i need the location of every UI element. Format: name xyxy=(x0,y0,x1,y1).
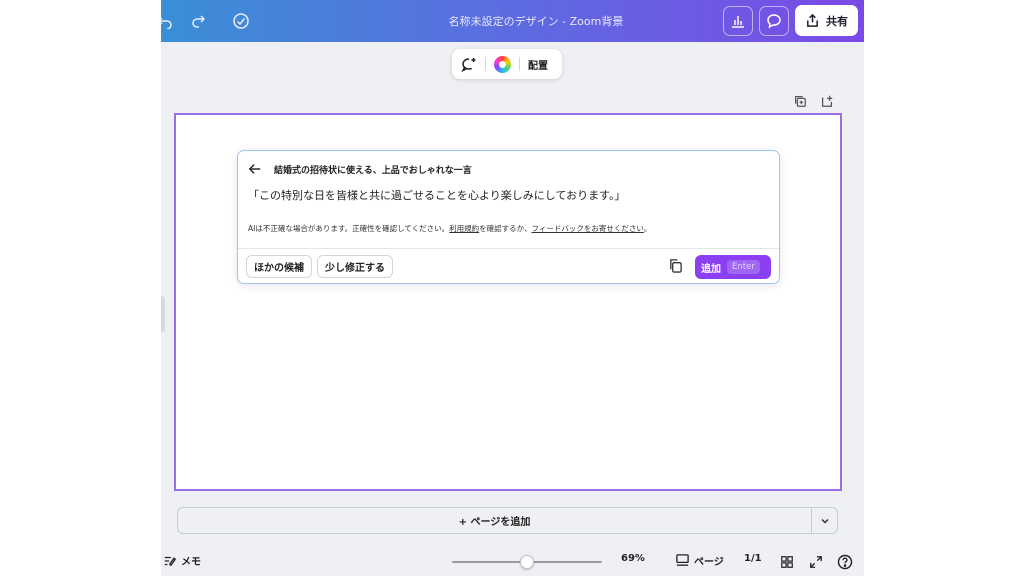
app-window: 名称未設定のデザイン - Zoom背景 共有 配置 結婚式の招待状に使える、上品… xyxy=(161,0,864,576)
feedback-link[interactable]: フィードバックをお寄せください xyxy=(532,224,644,233)
terms-link[interactable]: 利用規約 xyxy=(449,224,479,233)
chevron-down-icon xyxy=(820,518,829,524)
add-button[interactable]: 追加 Enter xyxy=(695,255,771,279)
pages-view-button[interactable]: ページ xyxy=(675,553,724,568)
ai-prompt-text: 結婚式の招待状に使える、上品でおしゃれな一言 xyxy=(274,166,472,176)
ai-disclaimer: AIは不正確な場合があります。正確性を確認してください。利用規約を確認するか、フ… xyxy=(248,223,651,234)
disclaimer-middle: を確認するか、 xyxy=(479,224,532,233)
copy-icon[interactable] xyxy=(668,258,684,274)
refine-button[interactable]: 少し修正する xyxy=(317,255,393,278)
help-icon[interactable] xyxy=(836,553,854,571)
comments-button[interactable] xyxy=(759,6,789,36)
notes-button[interactable]: メモ xyxy=(163,553,201,568)
magic-edit-icon[interactable] xyxy=(460,56,477,73)
pages-label: ページ xyxy=(694,557,724,568)
toolbar-separator xyxy=(485,57,486,71)
duplicate-page-icon[interactable] xyxy=(793,93,809,109)
color-picker-icon[interactable] xyxy=(494,55,511,73)
share-icon xyxy=(807,13,818,27)
undo-icon[interactable] xyxy=(161,11,175,31)
disclaimer-suffix: 。 xyxy=(643,224,652,233)
fullscreen-icon[interactable] xyxy=(807,553,825,571)
share-label: 共有 xyxy=(826,14,848,28)
panel-divider xyxy=(238,248,779,249)
comment-icon xyxy=(767,14,781,29)
page-count[interactable]: 1/1 xyxy=(744,553,762,564)
notes-icon xyxy=(164,556,177,566)
disclaimer-prefix: AIは不正確な場合があります。正確性を確認してください。 xyxy=(248,224,450,233)
zoom-level[interactable]: 69% xyxy=(621,553,645,564)
redo-icon[interactable] xyxy=(188,11,208,31)
share-button[interactable]: 共有 xyxy=(795,5,858,36)
grid-view-icon[interactable] xyxy=(778,553,796,571)
enter-shortcut-badge: Enter xyxy=(727,260,760,274)
notes-label: メモ xyxy=(181,557,201,568)
add-page-icon[interactable] xyxy=(820,93,836,109)
add-label: 追加 xyxy=(701,263,721,275)
toolbar-separator xyxy=(519,57,520,71)
arrange-button[interactable]: 配置 xyxy=(528,57,548,72)
zoom-slider-handle[interactable] xyxy=(519,555,534,569)
add-page-button[interactable]: + ページを追加 xyxy=(177,507,812,534)
back-arrow-icon[interactable] xyxy=(248,161,264,177)
top-bar: 名称未設定のデザイン - Zoom背景 共有 xyxy=(161,0,864,42)
pages-icon xyxy=(676,554,689,566)
document-title[interactable]: 名称未設定のデザイン - Zoom背景 xyxy=(421,13,651,29)
side-panel-handle[interactable] xyxy=(161,296,165,332)
element-toolbar: 配置 xyxy=(452,49,562,79)
bar-chart-icon xyxy=(732,16,744,28)
cloud-saved-icon[interactable] xyxy=(231,11,251,31)
insights-button[interactable] xyxy=(723,6,753,36)
ai-result-text: 「この特別な日を皆様と共に過ごせることを心より楽しみにしております。」 xyxy=(248,189,626,202)
ai-write-panel: 結婚式の招待状に使える、上品でおしゃれな一言 「この特別な日を皆様と共に過ごせる… xyxy=(237,150,780,284)
other-candidates-button[interactable]: ほかの候補 xyxy=(246,255,312,278)
add-page-dropdown[interactable] xyxy=(812,507,838,534)
